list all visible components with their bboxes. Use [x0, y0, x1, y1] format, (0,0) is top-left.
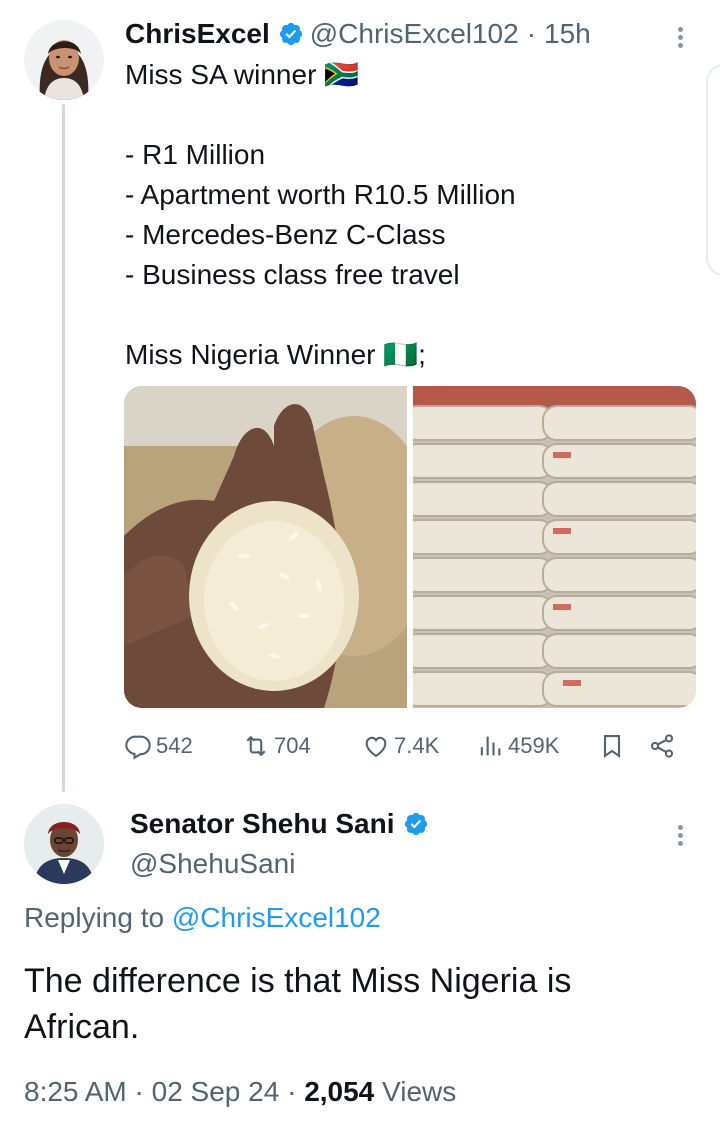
avatar-chrisexcel-image — [24, 20, 104, 100]
reply-text: The difference is that Miss Nigeria is A… — [24, 962, 572, 1046]
replying-to-mention[interactable]: @ChrisExcel102 — [172, 902, 381, 933]
side-card-edge — [706, 64, 720, 276]
bookmark-icon — [603, 735, 621, 758]
heart-icon — [365, 736, 387, 758]
prize-item: - R1 Million — [125, 139, 266, 170]
rice-grains-in-hand-photo — [124, 386, 434, 708]
reply-meta: 8:25 AM · 02 Sep 24 · 2,054 Views — [24, 1076, 456, 1108]
avatar-shehusani[interactable] — [24, 804, 104, 884]
retweet-icon — [246, 735, 266, 757]
separator-dot: · — [134, 1076, 144, 1107]
reply-icon — [125, 735, 151, 760]
avatar-shehusani-image — [24, 804, 104, 884]
reply-author-handle[interactable]: @ShehuSani — [130, 844, 435, 884]
like-button[interactable]: 7.4K — [362, 726, 439, 766]
separator-dot: · — [526, 18, 537, 49]
prize-item: - Business class free travel — [125, 259, 460, 290]
share-icon — [650, 734, 674, 758]
separator-dot: · — [287, 1076, 297, 1107]
verified-badge-icon — [404, 812, 427, 836]
views-button[interactable]: 459K — [476, 726, 559, 766]
views-count: 459K — [508, 733, 560, 758]
analytics-icon — [480, 736, 501, 756]
share-button[interactable] — [648, 726, 676, 766]
tweet-prize-list: - R1 Million - Apartment worth R10.5 Mil… — [125, 135, 516, 295]
reply-header: Senator Shehu Sani @ShehuSani — [130, 804, 435, 884]
more-options-icon[interactable] — [675, 822, 685, 849]
author-name[interactable]: ChrisExcel — [125, 18, 270, 50]
reply-count: 542 — [156, 733, 193, 758]
avatar-chrisexcel[interactable] — [24, 20, 104, 100]
stacked-rice-sacks-photo — [402, 386, 696, 708]
verified-badge-icon — [279, 22, 302, 46]
tweet-time[interactable]: 15h — [544, 18, 591, 50]
replying-to: Replying to @ChrisExcel102 — [24, 902, 381, 934]
tweet-actions: 542 704 7.4K 459K — [124, 726, 684, 766]
reply-date[interactable]: 02 Sep 24 — [152, 1076, 280, 1107]
bookmark-button[interactable] — [598, 726, 626, 766]
media-rice-hand[interactable] — [124, 386, 434, 708]
reply-time[interactable]: 8:25 AM — [24, 1076, 127, 1107]
reply-author-name[interactable]: Senator Shehu Sani — [130, 808, 395, 840]
author-handle[interactable]: @ChrisExcel102 — [310, 18, 519, 50]
reply-author-row: Senator Shehu Sani — [130, 804, 435, 844]
retweet-button[interactable]: 704 — [242, 726, 311, 766]
tweet-line-miss-nigeria: Miss Nigeria Winner 🇳🇬; — [125, 339, 426, 370]
media-rice-sacks[interactable] — [402, 386, 696, 708]
prize-item: - Mercedes-Benz C-Class — [125, 219, 446, 250]
thread-line — [62, 104, 65, 792]
like-count: 7.4K — [394, 733, 440, 758]
reply-views-label: Views — [382, 1076, 457, 1107]
reply-views-count: 2,054 — [304, 1076, 375, 1107]
prize-item: - Apartment worth R10.5 Million — [125, 179, 516, 210]
tweet-header: ChrisExcel @ChrisExcel102 · 15h — [125, 14, 591, 54]
retweet-count: 704 — [274, 733, 311, 758]
more-options-icon[interactable] — [675, 24, 685, 51]
replying-to-label: Replying to — [24, 902, 165, 933]
tweet-line-miss-sa: Miss SA winner 🇿🇦 — [125, 59, 360, 90]
tweet-media — [124, 386, 696, 708]
reply-button[interactable]: 542 — [124, 726, 193, 766]
